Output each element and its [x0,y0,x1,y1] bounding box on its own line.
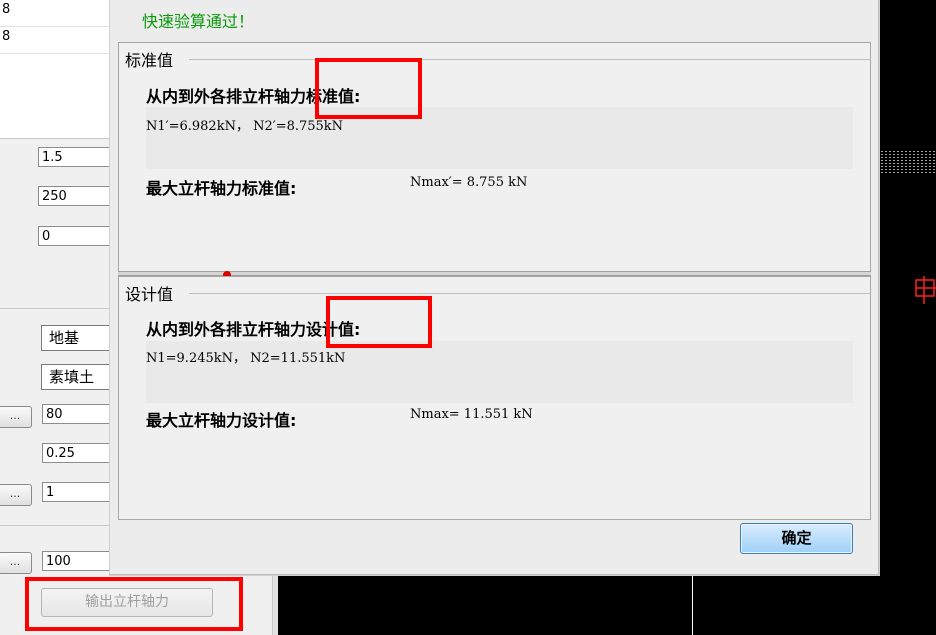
max-force-value: Nmax= 11.551 kN [410,407,533,422]
input-field[interactable]: 0 [38,226,110,246]
highlight-box [315,58,422,119]
group-title: 设计值 [125,281,176,305]
design-value-group: 设计值 从内到外各排立杆轴力设计值: N1=9.245kN， N2=11.551… [118,276,871,520]
status-message: 快速验算通过！ [142,12,255,31]
max-force-label: 最大立杆轴力设计值: [146,411,297,430]
axial-force-dialog: 快速验算通过！ 标准值 从内到外各排立杆轴力标准值: N1′=6.982kN， … [110,0,879,575]
browse-button[interactable]: ... [0,552,32,574]
axial-force-values: N1′=6.982kN， N2′=8.755kN [146,119,344,134]
list-item[interactable]: 8 [0,27,112,54]
highlight-box [25,577,243,631]
divider [0,138,112,139]
browse-button[interactable]: ... [0,406,32,428]
input-field[interactable]: 1 [42,482,112,502]
input-field[interactable]: 1.5 [38,147,110,167]
canvas-line [692,575,693,635]
canvas-cross-icon [915,276,936,304]
divider [0,308,112,309]
divider [0,525,112,526]
input-field[interactable]: 0.25 [42,443,112,463]
standard-value-group: 标准值 从内到外各排立杆轴力标准值: N1′=6.982kN， N2′=8.75… [118,42,871,273]
ok-button[interactable]: 确定 [740,523,853,554]
highlight-box [326,296,432,348]
group-divider [189,59,871,60]
group-divider [189,293,871,294]
foundation-combo[interactable]: 地基 [41,325,111,351]
max-force-label: 最大立杆轴力标准值: [146,179,297,198]
top-list: 8 8 [0,0,113,138]
group-title: 标准值 [125,47,176,71]
axial-force-values: N1=9.245kN， N2=11.551kN [146,351,346,366]
browse-button[interactable]: ... [0,484,32,506]
soil-type-combo[interactable]: 素填土 [41,364,111,390]
max-force-value: Nmax′= 8.755 kN [410,175,528,190]
list-item[interactable]: 8 [0,0,112,27]
input-field[interactable]: 100 [42,551,112,571]
canvas-noise [880,150,936,174]
input-field[interactable]: 250 [38,186,110,206]
input-field[interactable]: 80 [42,404,112,424]
